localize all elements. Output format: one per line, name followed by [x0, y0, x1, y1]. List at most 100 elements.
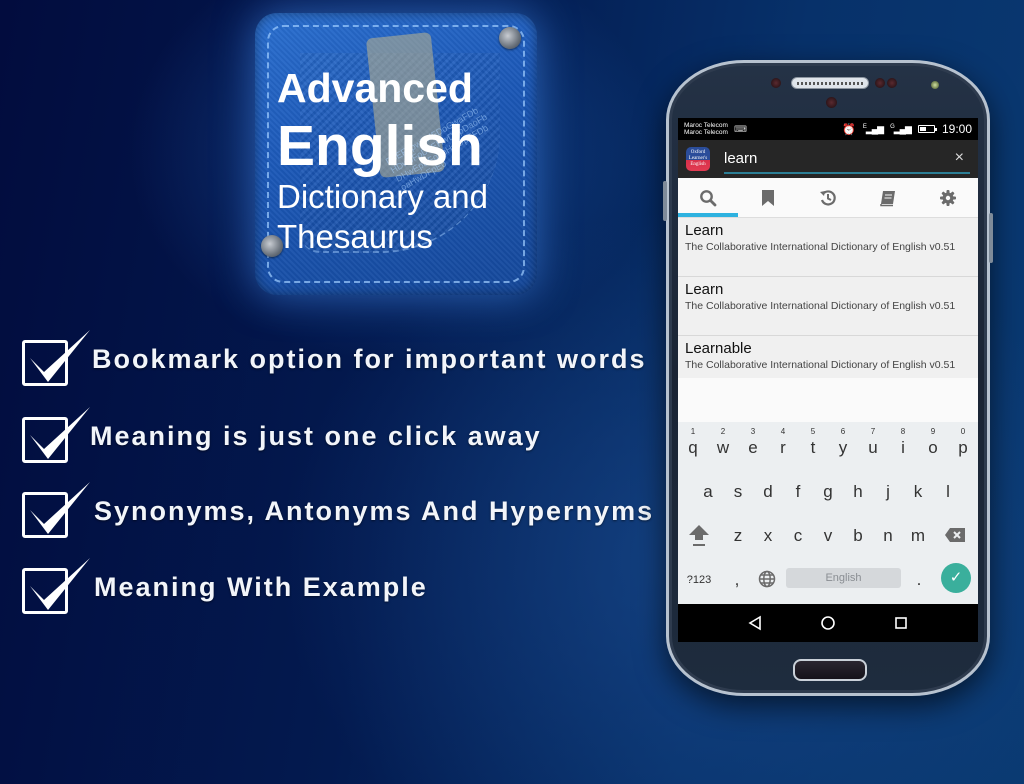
tab-dictionaries[interactable]: [858, 178, 918, 217]
tab-settings[interactable]: [918, 178, 978, 217]
soft-keyboard: 1q2w3e4r5t6y7u8i9o0p asdfghjkl zxcvbnm ?…: [678, 422, 978, 610]
history-icon: [820, 189, 836, 206]
earpiece-speaker: [791, 77, 869, 89]
key-k[interactable]: k: [903, 470, 933, 510]
feature-label: Meaning is just one click away: [90, 421, 542, 451]
search-icon: [700, 189, 717, 206]
feature-label: Synonyms, Antonyms And Hypernyms: [94, 496, 655, 526]
key-p[interactable]: 0p: [948, 426, 978, 466]
key-u[interactable]: 7u: [858, 426, 888, 466]
key-b[interactable]: b: [843, 514, 873, 554]
key-r[interactable]: 4r: [768, 426, 798, 466]
result-source: The Collaborative International Dictiona…: [685, 241, 956, 253]
search-input[interactable]: [724, 144, 970, 172]
light-sensor: [887, 78, 897, 88]
key-hint: 3: [750, 427, 756, 436]
key-label: y: [838, 438, 848, 457]
language-key[interactable]: [752, 558, 782, 598]
navigation-bar: [678, 604, 978, 642]
key-n[interactable]: n: [873, 514, 903, 554]
recents-icon: [895, 617, 908, 629]
key-hint: 5: [810, 427, 816, 436]
feature-label: Meaning With Example: [94, 572, 428, 602]
key-hint: 0: [960, 427, 966, 436]
key-label: q: [688, 438, 698, 457]
tab-history[interactable]: [798, 178, 858, 217]
key-i[interactable]: 8i: [888, 426, 918, 466]
key-g[interactable]: g: [813, 470, 843, 510]
key-a[interactable]: a: [693, 470, 723, 510]
signal-icon: G▂▄▆: [890, 123, 912, 134]
tab-bar: [678, 178, 978, 218]
backspace-key[interactable]: [940, 514, 970, 554]
home-button[interactable]: [813, 608, 843, 638]
clock: 19:00: [941, 122, 972, 136]
result-word: Learnable: [685, 340, 752, 357]
carrier-name: Maroc Telecom: [684, 122, 728, 129]
app-logo[interactable]: Oxford Learner's English: [686, 147, 710, 171]
key-label: o: [928, 438, 938, 457]
list-item[interactable]: Learn The Collaborative International Di…: [678, 277, 978, 336]
key-hint: 7: [870, 427, 876, 436]
key-c[interactable]: c: [783, 514, 813, 554]
keyboard-row: asdfghjkl: [678, 470, 978, 510]
notification-led: [931, 81, 939, 89]
key-v[interactable]: v: [813, 514, 843, 554]
key-l[interactable]: l: [933, 470, 963, 510]
app-title-line3: Dictionary and: [277, 178, 488, 215]
period-key[interactable]: .: [904, 558, 934, 598]
key-e[interactable]: 3e: [738, 426, 768, 466]
key-q[interactable]: 1q: [678, 426, 708, 466]
key-t[interactable]: 5t: [798, 426, 828, 466]
keyboard-icon: ⌨: [733, 123, 747, 134]
rivet-icon: [499, 27, 521, 49]
comma-key[interactable]: ,: [722, 558, 752, 598]
tab-search[interactable]: [678, 178, 738, 217]
phone-mockup: Maroc Telecom Maroc Telecom ⌨ ⏰ E▂▄▆ G▂▄…: [663, 60, 993, 696]
status-bar: Maroc Telecom Maroc Telecom ⌨ ⏰ E▂▄▆ G▂▄…: [678, 118, 978, 140]
recents-button[interactable]: [886, 608, 916, 638]
key-x[interactable]: x: [753, 514, 783, 554]
app-title-line2: English: [277, 114, 483, 178]
volume-button: [663, 181, 667, 221]
key-label: i: [901, 438, 905, 457]
key-s[interactable]: s: [723, 470, 753, 510]
gear-icon: [940, 189, 956, 206]
shift-icon: [689, 525, 709, 546]
key-z[interactable]: z: [723, 514, 753, 554]
key-m[interactable]: m: [903, 514, 933, 554]
tab-bookmarks[interactable]: [738, 178, 798, 217]
power-button: [989, 213, 993, 263]
key-o[interactable]: 9o: [918, 426, 948, 466]
app-title-line1: Advanced: [277, 65, 473, 111]
back-button[interactable]: [740, 608, 770, 638]
key-d[interactable]: d: [753, 470, 783, 510]
key-hint: 1: [690, 427, 696, 436]
list-item[interactable]: Learnable The Collaborative Internationa…: [678, 336, 978, 378]
battery-icon: [917, 125, 937, 133]
key-label: t: [810, 438, 816, 457]
clear-search-button[interactable]: ×: [955, 149, 964, 167]
key-w[interactable]: 2w: [708, 426, 738, 466]
key-label: e: [748, 438, 758, 457]
checkmark-icon: [30, 407, 90, 459]
key-f[interactable]: f: [783, 470, 813, 510]
checkmark-icon: [30, 330, 90, 382]
key-label: r: [780, 438, 786, 457]
key-hint: 8: [900, 427, 906, 436]
front-camera: [826, 97, 837, 108]
space-key[interactable]: English: [786, 568, 901, 588]
shift-key[interactable]: [684, 514, 714, 554]
list-item[interactable]: Learn The Collaborative International Di…: [678, 218, 978, 277]
result-source: The Collaborative International Dictiona…: [685, 359, 956, 371]
empty-area: [678, 378, 978, 422]
symbols-key[interactable]: ?123: [684, 558, 714, 598]
key-label: p: [958, 438, 968, 457]
key-h[interactable]: h: [843, 470, 873, 510]
enter-key[interactable]: ✓: [941, 563, 971, 593]
key-j[interactable]: j: [873, 470, 903, 510]
key-y[interactable]: 6y: [828, 426, 858, 466]
phone-screen: Maroc Telecom Maroc Telecom ⌨ ⏰ E▂▄▆ G▂▄…: [678, 118, 978, 642]
light-sensor: [875, 78, 885, 88]
hardware-home-button[interactable]: [793, 659, 867, 681]
